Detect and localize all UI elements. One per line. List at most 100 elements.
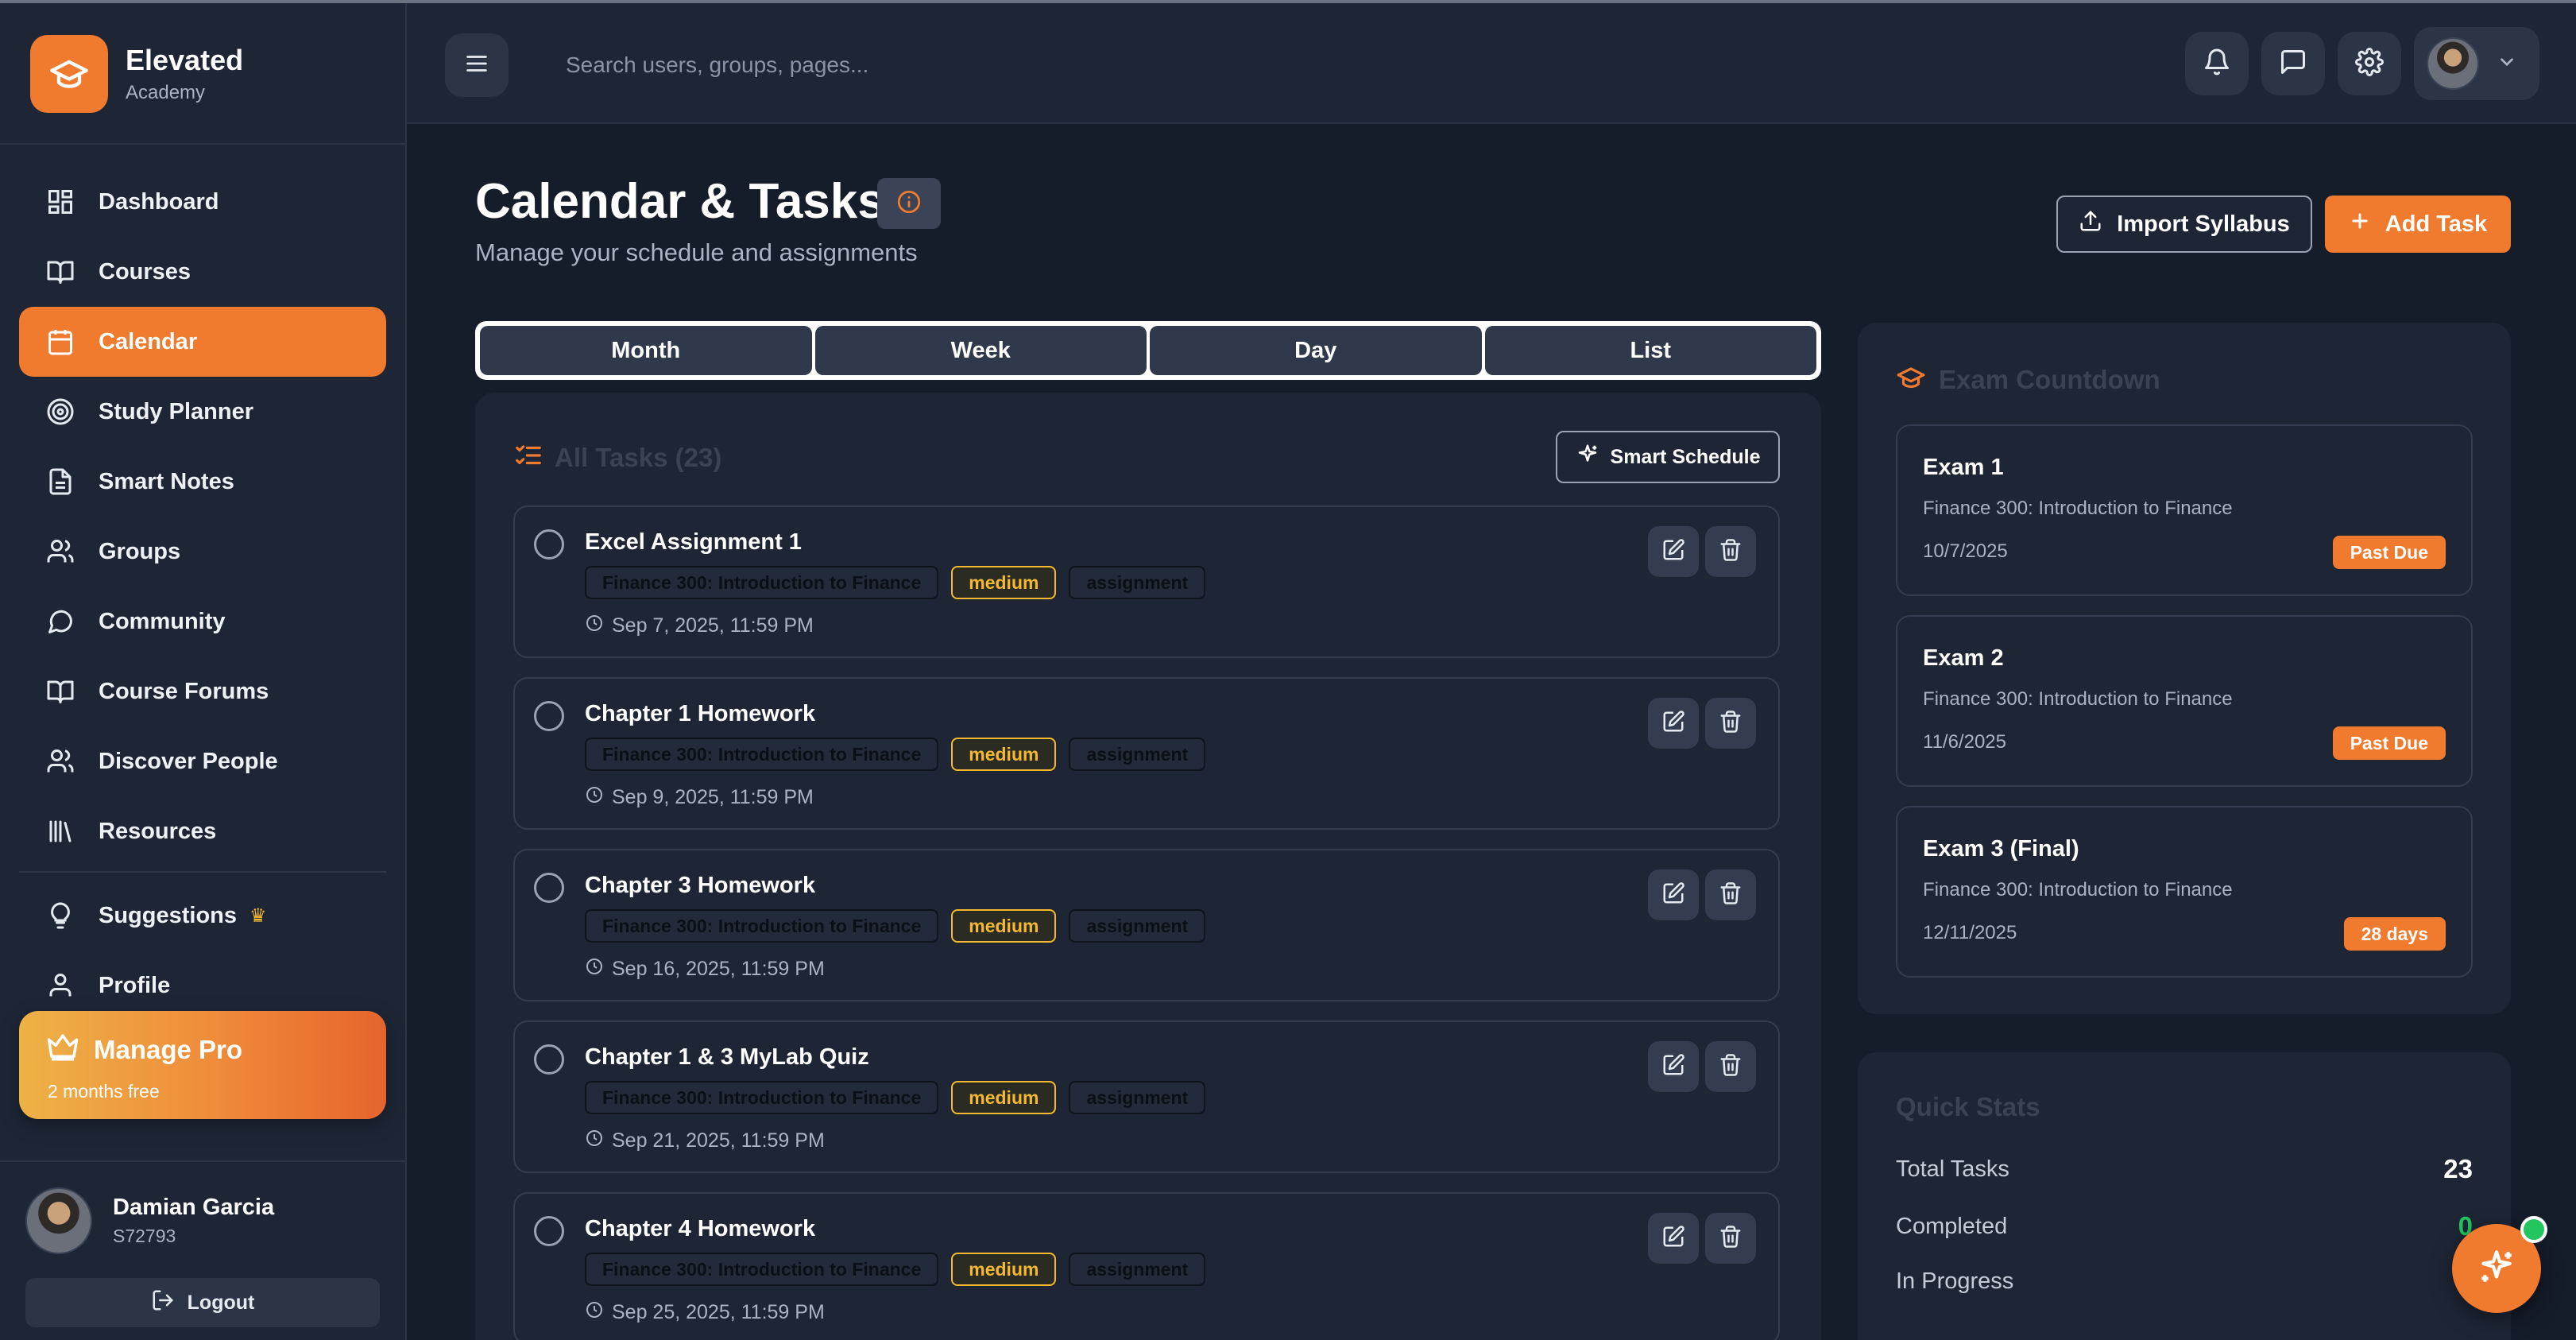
book-open-icon (44, 676, 76, 707)
trash-icon (1719, 538, 1742, 566)
edit-task-button[interactable] (1648, 526, 1699, 577)
task-card[interactable]: Chapter 4 Homework Finance 300: Introduc… (513, 1192, 1780, 1340)
notifications-button[interactable] (2185, 32, 2249, 95)
edit-task-button[interactable] (1648, 1213, 1699, 1264)
logout-button[interactable]: Logout (25, 1278, 380, 1327)
user-card[interactable]: Damian Garcia S72793 (25, 1187, 274, 1254)
smart-schedule-label: Smart Schedule (1610, 445, 1761, 468)
course-tag: Finance 300: Introduction to Finance (585, 1081, 939, 1114)
stat-label: Completed (1896, 1213, 2008, 1239)
task-checkbox[interactable] (534, 1216, 564, 1246)
users-icon (44, 536, 76, 567)
info-button[interactable] (877, 178, 941, 229)
delete-task-button[interactable] (1705, 869, 1756, 920)
sidebar-item-dashboard[interactable]: Dashboard (19, 167, 386, 237)
status-badge: 28 days (2343, 917, 2446, 951)
view-tabs: Month Week Day List (475, 321, 1821, 380)
trash-icon (1719, 881, 1742, 909)
edit-task-button[interactable] (1648, 698, 1699, 749)
tab-list[interactable]: List (1484, 326, 1816, 375)
sidebar-item-groups[interactable]: Groups (19, 517, 386, 587)
bell-icon (2203, 48, 2231, 80)
exam-course: Finance 300: Introduction to Finance (1923, 498, 2233, 519)
menu-button[interactable] (445, 33, 509, 97)
status-badge: Past Due (2332, 536, 2446, 569)
divider (0, 143, 405, 145)
task-checkbox[interactable] (534, 529, 564, 560)
edit-icon (1661, 881, 1685, 909)
task-card[interactable]: Chapter 1 & 3 MyLab Quiz Finance 300: In… (513, 1020, 1780, 1173)
task-title: Chapter 4 Homework (585, 1216, 816, 1241)
sidebar-item-course-forums[interactable]: Course Forums (19, 656, 386, 726)
manage-pro-card[interactable]: Manage Pro 2 months free (19, 1011, 386, 1119)
delete-task-button[interactable] (1705, 1213, 1756, 1264)
plus-icon (2349, 210, 2371, 238)
online-status-dot (2520, 1216, 2547, 1243)
exam-card[interactable]: Exam 1 Finance 300: Introduction to Fina… (1896, 424, 2473, 596)
tab-week[interactable]: Week (814, 326, 1147, 375)
sidebar-item-label: Groups (99, 538, 181, 564)
sidebar: Elevated Academy Dashboard Courses Calen… (0, 3, 407, 1340)
tasks-heading: All Tasks (23) (555, 442, 722, 472)
edit-task-button[interactable] (1648, 869, 1699, 920)
brand-subtitle: Academy (126, 82, 206, 103)
brand[interactable]: Elevated Academy (30, 35, 243, 113)
lightbulb-icon (44, 900, 76, 931)
task-list: Excel Assignment 1 Finance 300: Introduc… (513, 505, 1780, 1340)
edit-icon (1661, 710, 1685, 738)
smart-schedule-button[interactable]: Smart Schedule (1556, 431, 1780, 483)
clock-icon (585, 1300, 604, 1325)
task-checkbox[interactable] (534, 873, 564, 903)
edit-task-button[interactable] (1648, 1041, 1699, 1092)
divider (0, 1160, 405, 1162)
task-card[interactable]: Excel Assignment 1 Finance 300: Introduc… (513, 505, 1780, 658)
import-syllabus-button[interactable]: Import Syllabus (2056, 196, 2312, 253)
user-id: S72793 (113, 1226, 176, 1246)
calendar-icon (44, 326, 76, 358)
clock-icon (585, 1129, 604, 1153)
sidebar-item-study-planner[interactable]: Study Planner (19, 377, 386, 447)
settings-button[interactable] (2338, 32, 2401, 95)
sidebar-item-community[interactable]: Community (19, 587, 386, 656)
task-card[interactable]: Chapter 1 Homework Finance 300: Introduc… (513, 677, 1780, 830)
graduation-cap-icon (30, 35, 108, 113)
delete-task-button[interactable] (1705, 1041, 1756, 1092)
exam-name: Exam 3 (Final) (1923, 836, 2079, 862)
tab-day[interactable]: Day (1150, 326, 1482, 375)
user-icon (44, 970, 76, 1001)
sidebar-item-calendar[interactable]: Calendar (19, 307, 386, 377)
sidebar-item-label: Calendar (99, 328, 198, 354)
priority-tag: medium (951, 738, 1057, 771)
sidebar-item-resources[interactable]: Resources (19, 796, 386, 866)
profile-menu-button[interactable] (2414, 27, 2539, 100)
add-task-button[interactable]: Add Task (2325, 196, 2511, 253)
sidebar-item-label: Dashboard (99, 188, 219, 215)
sidebar-item-suggestions[interactable]: Suggestions ♛ (19, 881, 386, 951)
search-input[interactable] (566, 35, 1519, 95)
task-checkbox[interactable] (534, 1044, 564, 1075)
sidebar-item-profile[interactable]: Profile (19, 951, 386, 1020)
exam-card[interactable]: Exam 2 Finance 300: Introduction to Fina… (1896, 615, 2473, 787)
add-task-label: Add Task (2385, 211, 2488, 237)
task-due-date: Sep 25, 2025, 11:59 PM (612, 1301, 825, 1323)
sidebar-item-label: Courses (99, 258, 191, 285)
task-title: Chapter 3 Homework (585, 873, 816, 898)
task-due-date: Sep 7, 2025, 11:59 PM (612, 614, 814, 637)
page-subtitle: Manage your schedule and assignments (475, 238, 918, 266)
sidebar-item-smart-notes[interactable]: Smart Notes (19, 447, 386, 517)
target-icon (44, 396, 76, 428)
task-checkbox[interactable] (534, 701, 564, 731)
sidebar-item-courses[interactable]: Courses (19, 237, 386, 307)
sidebar-item-discover-people[interactable]: Discover People (19, 726, 386, 796)
task-card[interactable]: Chapter 3 Homework Finance 300: Introduc… (513, 849, 1780, 1001)
delete-task-button[interactable] (1705, 526, 1756, 577)
stat-value: 23 (2443, 1154, 2473, 1183)
messages-button[interactable] (2261, 32, 2325, 95)
exam-card[interactable]: Exam 3 (Final) Finance 300: Introduction… (1896, 806, 2473, 978)
type-tag: assignment (1069, 1253, 1206, 1286)
delete-task-button[interactable] (1705, 698, 1756, 749)
tab-month[interactable]: Month (480, 326, 812, 375)
exam-name: Exam 1 (1923, 455, 2004, 480)
users-icon (44, 746, 76, 777)
priority-tag: medium (951, 1081, 1057, 1114)
